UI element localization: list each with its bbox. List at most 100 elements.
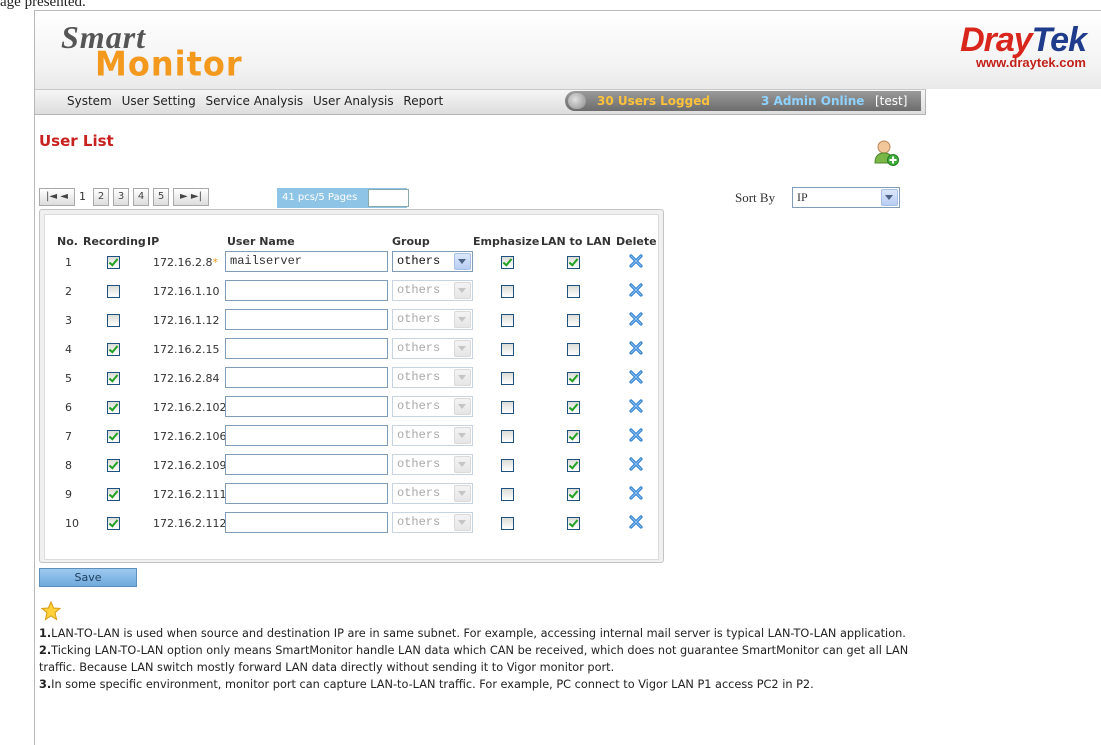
user-name-input[interactable] [225,280,388,301]
group-select[interactable]: others [392,280,473,301]
recording-checkbox[interactable] [107,401,120,414]
add-user-icon[interactable] [873,139,899,167]
page-3-button[interactable]: 3 [113,188,129,206]
ip-address: 172.16.2.112 [153,517,226,530]
delete-icon[interactable] [629,514,643,530]
chevron-down-icon[interactable] [454,427,471,444]
delete-icon[interactable] [629,311,643,327]
chevron-down-icon[interactable] [881,189,898,206]
lan-to-lan-checkbox[interactable] [567,430,580,443]
chevron-down-icon[interactable] [454,369,471,386]
user-name-input[interactable] [225,483,388,504]
chevron-down-icon[interactable] [454,282,471,299]
emphasize-checkbox[interactable] [501,430,514,443]
delete-icon[interactable] [629,398,643,414]
ip-address-text: 172.16.2.8 [153,256,213,269]
recording-checkbox[interactable] [107,459,120,472]
ip-address: 172.16.2.109 [153,459,226,472]
lan-to-lan-checkbox[interactable] [567,343,580,356]
user-name-input[interactable] [225,367,388,388]
user-name-input[interactable] [225,454,388,475]
lan-to-lan-checkbox[interactable] [567,372,580,385]
emphasize-checkbox[interactable] [501,517,514,530]
delete-icon[interactable] [629,427,643,443]
delete-icon[interactable] [629,485,643,501]
admin-online-status[interactable]: 3 Admin Online [761,94,864,108]
delete-icon[interactable] [629,369,643,385]
page-jump-input[interactable] [368,189,409,207]
recording-checkbox[interactable] [107,285,120,298]
ip-address-text: 172.16.2.84 [153,372,220,385]
chevron-down-icon[interactable] [454,485,471,502]
first-page-button[interactable]: |◄ [46,191,57,202]
lan-to-lan-checkbox[interactable] [567,459,580,472]
next-page-button[interactable]: ► [180,191,188,202]
last-page-button[interactable]: ►| [191,191,202,202]
emphasize-checkbox[interactable] [501,401,514,414]
group-select[interactable]: others [392,425,473,446]
ip-address-text: 172.16.2.111 [153,488,227,501]
user-name-input[interactable] [225,512,388,533]
save-button[interactable]: Save [39,568,137,587]
group-select[interactable]: others [392,483,473,504]
users-logged-status[interactable]: 30 Users Logged [597,94,710,108]
delete-icon[interactable] [629,340,643,356]
user-name-input[interactable] [225,425,388,446]
brand-name-dray: Dray [960,21,1033,59]
group-select[interactable]: others [392,454,473,475]
recording-checkbox[interactable] [107,488,120,501]
next-last-buttons: ► ►| [173,188,209,206]
group-select[interactable]: others [392,512,473,533]
delete-icon[interactable] [629,456,643,472]
nav-item-report[interactable]: Report [403,94,443,108]
emphasize-checkbox[interactable] [501,372,514,385]
group-select[interactable]: others [392,309,473,330]
recording-checkbox[interactable] [107,517,120,530]
chevron-down-icon[interactable] [454,456,471,473]
group-select[interactable]: others [392,367,473,388]
delete-icon[interactable] [629,253,643,269]
emphasize-checkbox[interactable] [501,285,514,298]
page-4-button[interactable]: 4 [133,188,149,206]
ip-address-text: 172.16.2.102 [153,401,227,414]
nav-item-system[interactable]: System [67,94,112,108]
lan-to-lan-checkbox[interactable] [567,401,580,414]
nav-item-service-analysis[interactable]: Service Analysis [206,94,304,108]
emphasize-checkbox[interactable] [501,343,514,356]
recording-checkbox[interactable] [107,256,120,269]
user-name-input[interactable] [225,338,388,359]
recording-checkbox[interactable] [107,430,120,443]
chevron-down-icon[interactable] [454,253,471,270]
row-number: 1 [65,256,72,269]
col-header-lan-to-lan: LAN to LAN [541,235,611,248]
page-2-button[interactable]: 2 [93,188,109,206]
lan-to-lan-checkbox[interactable] [567,517,580,530]
user-name-input[interactable] [225,309,388,330]
nav-item-user-setting[interactable]: User Setting [122,94,196,108]
recording-checkbox[interactable] [107,343,120,356]
lan-to-lan-checkbox[interactable] [567,488,580,501]
chevron-down-icon[interactable] [454,311,471,328]
chevron-down-icon[interactable] [454,340,471,357]
nav-item-user-analysis[interactable]: User Analysis [313,94,394,108]
emphasize-checkbox[interactable] [501,459,514,472]
page-5-button[interactable]: 5 [153,188,169,206]
chevron-down-icon[interactable] [454,514,471,531]
group-select[interactable]: others [392,251,473,272]
group-select[interactable]: others [392,338,473,359]
lan-to-lan-checkbox[interactable] [567,314,580,327]
lan-to-lan-checkbox[interactable] [567,256,580,269]
prev-page-button[interactable]: ◄ [60,191,68,202]
lan-to-lan-checkbox[interactable] [567,285,580,298]
recording-checkbox[interactable] [107,372,120,385]
sort-by-select[interactable]: IP [792,187,900,208]
group-select[interactable]: others [392,396,473,417]
recording-checkbox[interactable] [107,314,120,327]
user-name-input[interactable]: mailserver [225,251,388,272]
emphasize-checkbox[interactable] [501,256,514,269]
user-name-input[interactable] [225,396,388,417]
delete-icon[interactable] [629,282,643,298]
emphasize-checkbox[interactable] [501,314,514,327]
chevron-down-icon[interactable] [454,398,471,415]
emphasize-checkbox[interactable] [501,488,514,501]
